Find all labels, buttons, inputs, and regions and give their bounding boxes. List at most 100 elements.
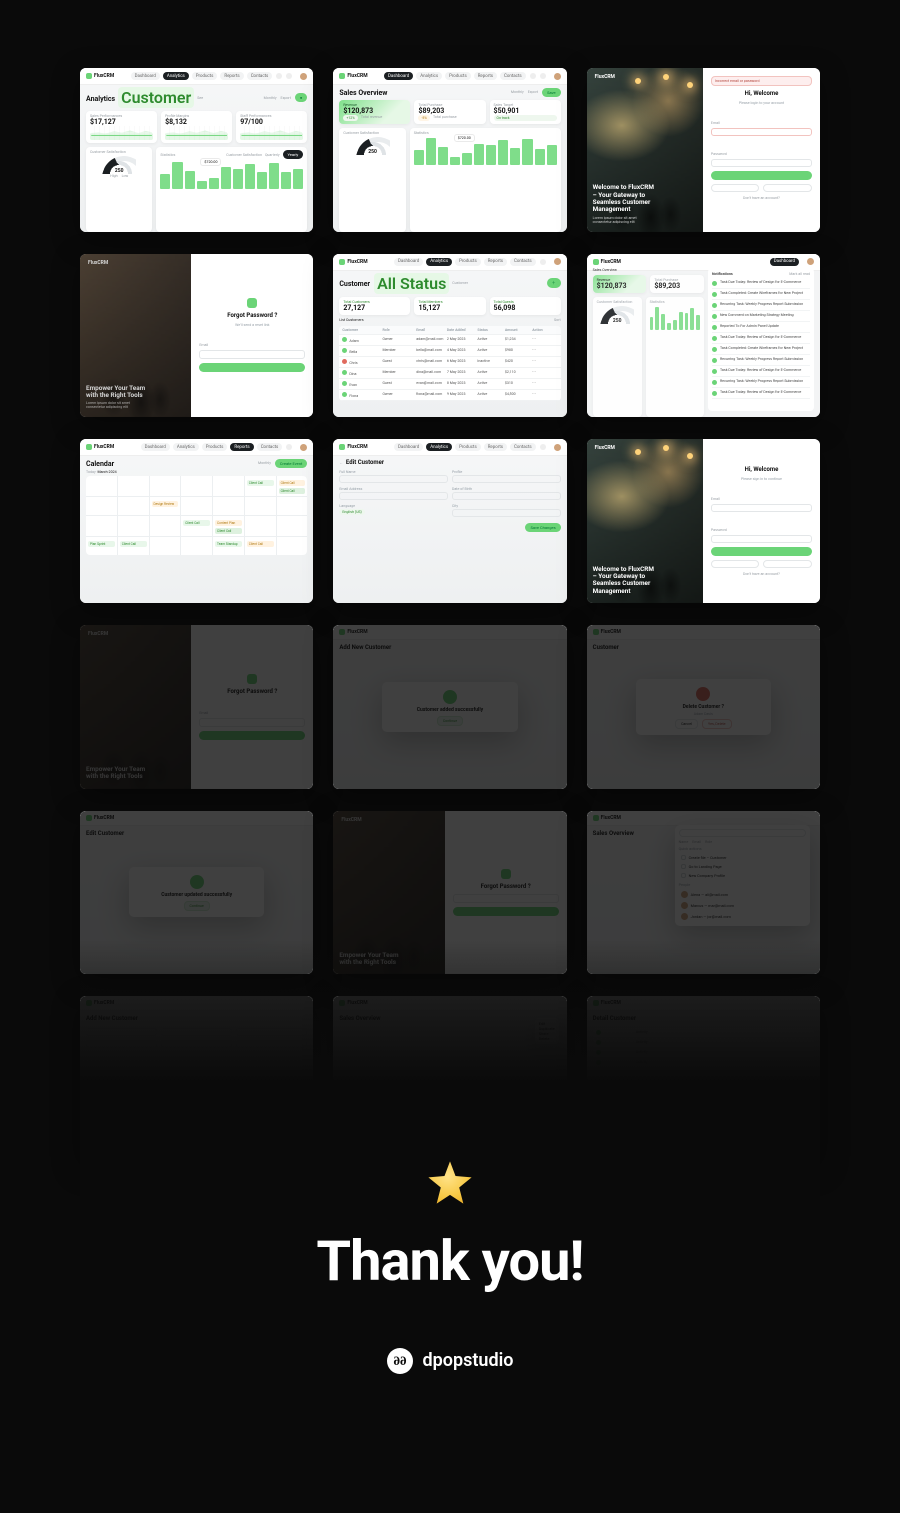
table-row[interactable]: BellaMemberbella@mail.com4 May 2023Activ…	[339, 346, 560, 357]
password-input[interactable]	[711, 535, 812, 543]
filter-pill[interactable]: All Status	[374, 273, 449, 294]
nav-dashboard[interactable]: Dashboard	[384, 72, 413, 80]
avatar[interactable]	[554, 258, 561, 265]
period-pill[interactable]: Monthly	[511, 90, 524, 94]
palette-option[interactable]: Marcus — mar@mail.com	[679, 900, 806, 911]
confirm-delete-button[interactable]: Yes, Delete	[702, 719, 732, 729]
thumb-sales-overview[interactable]: FluxCRM Dashboard Analytics Products Rep…	[333, 68, 566, 232]
list-item[interactable]: Task Due Today: Review of Design for E-C…	[712, 278, 810, 289]
command-palette[interactable]: Name Email Role Quick actions Create fil…	[675, 825, 810, 926]
stat-pill[interactable]: Customer Satisfaction	[226, 153, 262, 157]
list-item[interactable]: Recurring Task: Weekly Progress Report S…	[712, 300, 810, 311]
thumb-add-new-customer[interactable]: FluxCRM Add New Customer	[80, 996, 313, 1160]
thumb-customer-added-modal[interactable]: FluxCRM Add New Customer Customer added …	[333, 625, 566, 789]
period-pill[interactable]: Monthly	[264, 96, 277, 100]
filter-pill[interactable]: Customer	[118, 87, 194, 108]
avatar[interactable]	[807, 258, 814, 265]
save-button[interactable]: ●	[295, 93, 307, 102]
calendar-event[interactable]: Content Plan	[215, 520, 242, 526]
email-input[interactable]	[711, 504, 812, 512]
thumb-search-palette[interactable]: FluxCRM Sales Overview Name Email Role Q…	[587, 811, 820, 975]
palette-filter[interactable]: Role	[705, 840, 712, 844]
thumb-edit-customer[interactable]: FluxCRM Dashboard Analytics Products Rep…	[333, 439, 566, 603]
bell-icon[interactable]	[286, 73, 292, 79]
calendar-event[interactable]: Client Call	[183, 520, 210, 526]
thumb-sales-context-menu[interactable]: FluxCRM Sales Overview Edit Duplicate Sh…	[333, 996, 566, 1160]
continue-button[interactable]: Continue	[437, 716, 463, 726]
profile-input[interactable]	[452, 475, 561, 483]
reset-button[interactable]: Reset Password	[199, 363, 305, 372]
palette-filter[interactable]: Name	[679, 840, 689, 844]
list-item[interactable]: Task Completed: Create Wireframes for Ne…	[712, 344, 810, 355]
avatar[interactable]	[554, 444, 561, 451]
thumb-notifications[interactable]: FluxCRM Dashboard Sales Overview Revenue…	[587, 254, 820, 418]
thumb-forgot-password-dim[interactable]: FluxCRM Empower Your Team with the Right…	[80, 625, 313, 789]
nav-products[interactable]: Products	[192, 72, 218, 80]
list-item[interactable]: Recurring Task: Weekly Progress Report S…	[712, 377, 810, 388]
calendar-event[interactable]: Team Standup	[215, 541, 242, 547]
period-pill[interactable]: Monthly	[258, 461, 271, 465]
login-button[interactable]: Login	[711, 171, 812, 180]
avatar[interactable]	[300, 444, 307, 451]
nav-contacts[interactable]: Contacts	[247, 72, 273, 80]
email-input[interactable]	[339, 492, 448, 500]
stat-pill[interactable]: Quarterly	[265, 153, 280, 157]
stat-pill-active[interactable]: Yearly	[283, 150, 304, 159]
save-button[interactable]: Save	[542, 88, 561, 97]
language-chip[interactable]: English (US)	[339, 509, 364, 515]
email-input[interactable]	[199, 350, 305, 359]
calendar-event[interactable]: Plan Sprint	[88, 541, 115, 547]
list-item[interactable]: Task Due Today: Review of Design for E-C…	[712, 333, 810, 344]
table-row[interactable]: EvanGuestevan@mail.com8 May 2023Active$3…	[339, 379, 560, 390]
calendar-event[interactable]: Client Call	[120, 541, 147, 547]
reset-button[interactable]	[453, 907, 559, 916]
avatar[interactable]	[300, 73, 307, 80]
table-row[interactable]: ChrisGuestchris@mail.com6 May 2023Inacti…	[339, 357, 560, 368]
menu-item[interactable]: Delete	[539, 1036, 555, 1041]
thumb-login-clean[interactable]: FluxCRM Welcome to FluxCRM – Your Gatewa…	[587, 439, 820, 603]
context-menu[interactable]: Edit Duplicate Share Delete	[535, 1018, 559, 1044]
search-icon[interactable]	[540, 259, 546, 265]
export-btn[interactable]: Export	[528, 90, 538, 94]
create-event-button[interactable]: Create Event	[275, 459, 307, 468]
calendar-event[interactable]: Client Call	[279, 488, 306, 494]
table-row[interactable]: DinaMemberdina@mail.com7 May 2023Active$…	[339, 368, 560, 379]
google-signin[interactable]: Sign in with Google	[711, 560, 760, 568]
thumb-login-alert[interactable]: FluxCRM Welcome to FluxCRM – Your Gatewa…	[587, 68, 820, 232]
thumb-forgot-password-cafe[interactable]: FluxCRM Empower Your Team with the Right…	[333, 811, 566, 975]
palette-option[interactable]: Go to Landing Page	[679, 862, 806, 871]
list-item[interactable]: Activity	[593, 1028, 814, 1038]
google-signin[interactable]: Sign in with Google	[711, 184, 760, 192]
search-icon[interactable]	[530, 73, 536, 79]
table-row[interactable]: AdamOwneradam@mail.com2 May 2023Active$1…	[339, 335, 560, 346]
thumb-customer-list[interactable]: FluxCRM Dashboard Analytics Products Rep…	[333, 254, 566, 418]
palette-filter[interactable]: Email	[692, 840, 701, 844]
nav-dashboard[interactable]: Dashboard	[131, 72, 160, 80]
list-item[interactable]: Task Due Today: Review of Design for E-C…	[712, 388, 810, 399]
thumb-customer-updated-modal[interactable]: FluxCRM Edit Customer Customer updated s…	[80, 811, 313, 975]
save-button[interactable]: Save Changes	[525, 523, 560, 532]
list-item[interactable]: Task Due Today: Review of Design for E-C…	[712, 366, 810, 377]
city-input[interactable]	[452, 509, 561, 517]
palette-option[interactable]: Jordan — jor@mail.com	[679, 911, 806, 922]
dob-input[interactable]	[452, 492, 561, 500]
search-icon[interactable]	[540, 444, 546, 450]
calendar-event[interactable]: Client Call	[247, 480, 274, 486]
search-icon[interactable]	[286, 444, 292, 450]
palette-search-input[interactable]	[679, 829, 806, 837]
bell-icon[interactable]	[540, 73, 546, 79]
calendar-event[interactable]: Client Call	[247, 541, 274, 547]
email-input[interactable]	[453, 894, 559, 903]
palette-option[interactable]: New Company Profile	[679, 871, 806, 880]
list-item[interactable]: Activity	[593, 1048, 814, 1058]
palette-option[interactable]: Alena — ali@mail.com	[679, 889, 806, 900]
thumb-forgot-password[interactable]: FluxCRM Empower Your Team with the Right…	[80, 254, 313, 418]
login-button[interactable]: Login	[711, 547, 812, 556]
password-input[interactable]	[711, 159, 812, 167]
search-icon[interactable]	[276, 73, 282, 79]
mark-all-read[interactable]: Mark all read	[789, 272, 810, 276]
calendar-event[interactable]: Design Review	[152, 501, 179, 507]
thumb-calendar[interactable]: FluxCRM Dashboard Analytics Products Rep…	[80, 439, 313, 603]
add-customer-button[interactable]: ＋	[547, 278, 561, 288]
list-item[interactable]: Recurring Task: Weekly Progress Report S…	[712, 355, 810, 366]
